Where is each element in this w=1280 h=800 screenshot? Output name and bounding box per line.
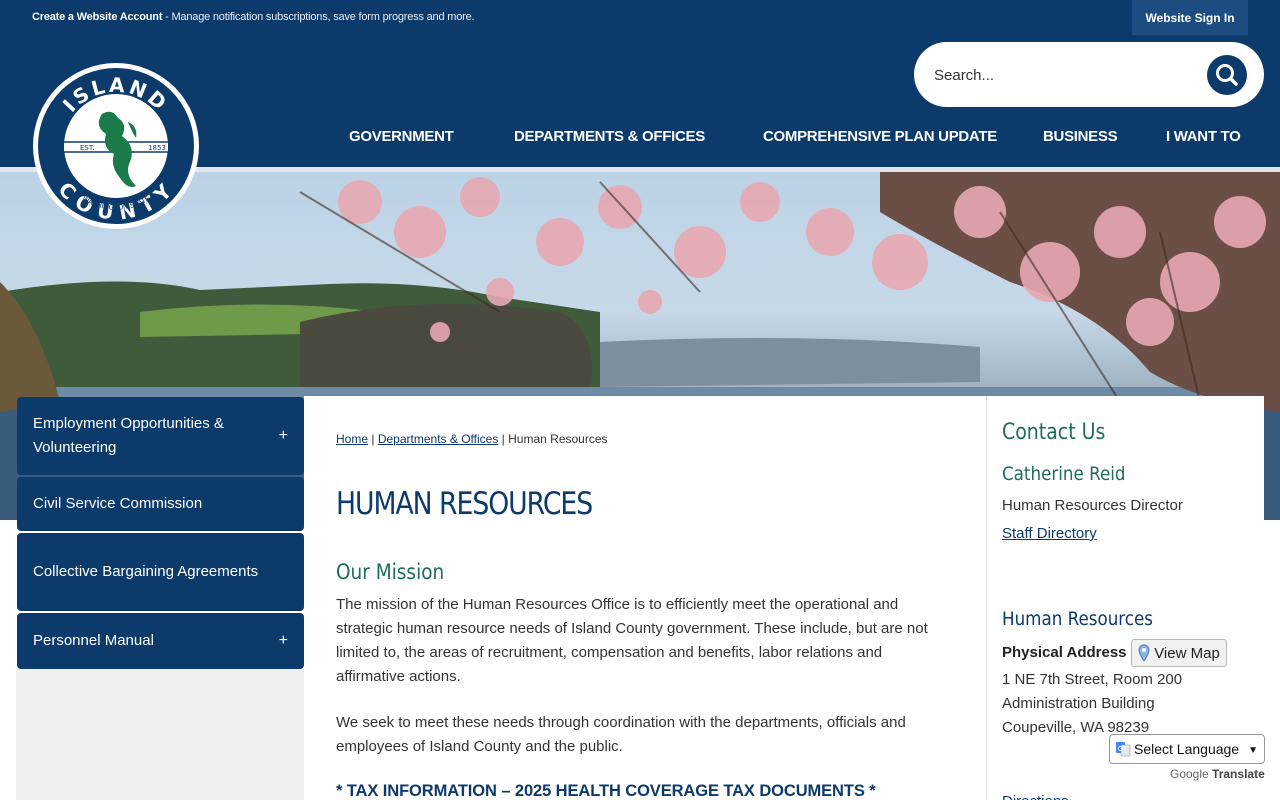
logo-year-text: 1853 [148,144,166,152]
contact-name: Catherine Reid [1002,463,1126,485]
breadcrumb-home-link[interactable]: Home [336,432,368,446]
logo-est-text: EST. [80,144,95,152]
county-seal-icon: ISLAND COUNTY WASHINGTON STATE EST. 1853 [33,63,199,229]
search-box [914,42,1264,107]
search-input[interactable] [934,60,1194,90]
sidebar-item-label: Collective Bargaining Agreements [33,563,259,580]
page-title: HUMAN RESOURCES [336,486,593,522]
create-account-link[interactable]: Create a Website Account [32,11,162,23]
nav-i-want-to[interactable]: I WANT TO [1166,128,1241,150]
sidebar-background [16,669,304,800]
account-notice-text: - Manage notification subscriptions, sav… [162,11,475,23]
search-icon [1216,64,1238,86]
directions-link[interactable]: Directions [1002,793,1069,800]
language-select-label: Select Language [1134,741,1240,757]
address-line: Administration Building [1002,695,1155,712]
chevron-down-icon: ▼ [1248,745,1258,756]
account-notice[interactable]: Create a Website Account - Manage notifi… [32,11,475,23]
view-map-label: View Map [1154,644,1220,662]
sidebar-item-label: Civil Service Commission [33,495,203,512]
search-button[interactable] [1207,55,1247,95]
language-select[interactable]: G Select Language ▼ [1109,734,1265,764]
map-pin-icon [1138,644,1150,662]
physical-address-label: Physical Address [1002,644,1127,661]
google-translate-icon: G [1116,742,1131,757]
contact-heading: Contact Us [1002,420,1106,445]
staff-directory-link[interactable]: Staff Directory [1002,525,1097,542]
sidebar-item-collective-bargaining[interactable]: Collective Bargaining Agreements [17,533,304,611]
nav-comprehensive-plan-update[interactable]: COMPREHENSIVE PLAN UPDATE [763,128,997,150]
utility-bar: Create a Website Account - Manage notifi… [0,0,1280,36]
breadcrumb: Home | Departments & Offices | Human Res… [336,432,608,446]
breadcrumb-departments-link[interactable]: Departments & Offices [378,432,499,446]
department-heading: Human Resources [1002,608,1154,630]
breadcrumb-current: Human Resources [508,432,608,446]
tax-information-notice[interactable]: * TAX INFORMATION – 2025 HEALTH COVERAGE… [336,782,876,800]
sidebar-item-personnel-manual[interactable]: Personnel Manual + [17,613,304,669]
expand-icon[interactable]: + [279,424,288,448]
google-translate-credit: Google Translate [1170,767,1265,781]
mission-heading: Our Mission [336,560,445,584]
view-map-button[interactable]: View Map [1131,639,1227,667]
coordination-paragraph: We seek to meet these needs through coor… [336,714,906,755]
sidebar-item-label: Employment Opportunities & Volunteering [33,415,224,456]
svg-text:G: G [1118,745,1123,753]
nav-business[interactable]: BUSINESS [1043,128,1118,150]
island-county-logo[interactable]: ISLAND COUNTY WASHINGTON STATE EST. 1853 [32,62,200,230]
google-credit: Google [1170,767,1209,781]
sidebar-item-civil-service-commission[interactable]: Civil Service Commission [17,477,304,531]
nav-departments-offices[interactable]: DEPARTMENTS & OFFICES [514,128,705,150]
breadcrumb-separator: | [501,432,505,446]
mission-paragraph: The mission of the Human Resources Offic… [336,596,928,685]
breadcrumb-separator: | [371,432,375,446]
nav-government[interactable]: GOVERNMENT [349,128,454,150]
sidebar-item-label: Personnel Manual [33,632,154,649]
expand-icon[interactable]: + [279,629,288,653]
website-sign-in-button[interactable]: Website Sign In [1132,0,1248,35]
translate-credit: Translate [1212,767,1265,781]
contact-role: Human Resources Director [1002,497,1183,514]
sidebar-item-employment-opportunities[interactable]: Employment Opportunities & Volunteering … [17,397,304,475]
address-line: 1 NE 7th Street, Room 200 [1002,671,1183,688]
